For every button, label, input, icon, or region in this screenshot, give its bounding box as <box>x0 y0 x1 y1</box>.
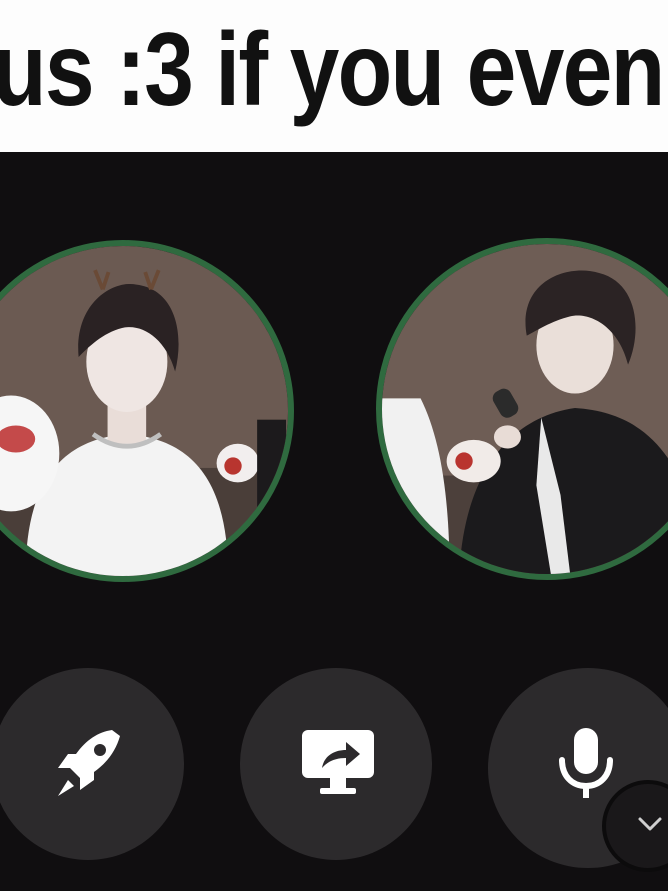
screen-share-icon <box>302 730 374 794</box>
participant-photo-left <box>0 246 288 576</box>
rocket-icon <box>58 730 120 796</box>
caption-bar: us :3 if you even care <box>0 0 668 152</box>
boost-button[interactable] <box>0 668 184 860</box>
participant-photo-right <box>382 244 668 574</box>
share-screen-button[interactable] <box>240 668 432 860</box>
caption-text: us :3 if you even care <box>0 12 668 128</box>
call-screen: us :3 if you even care <box>0 0 668 891</box>
microphone-icon <box>559 728 613 798</box>
chevron-down-icon <box>638 817 662 831</box>
